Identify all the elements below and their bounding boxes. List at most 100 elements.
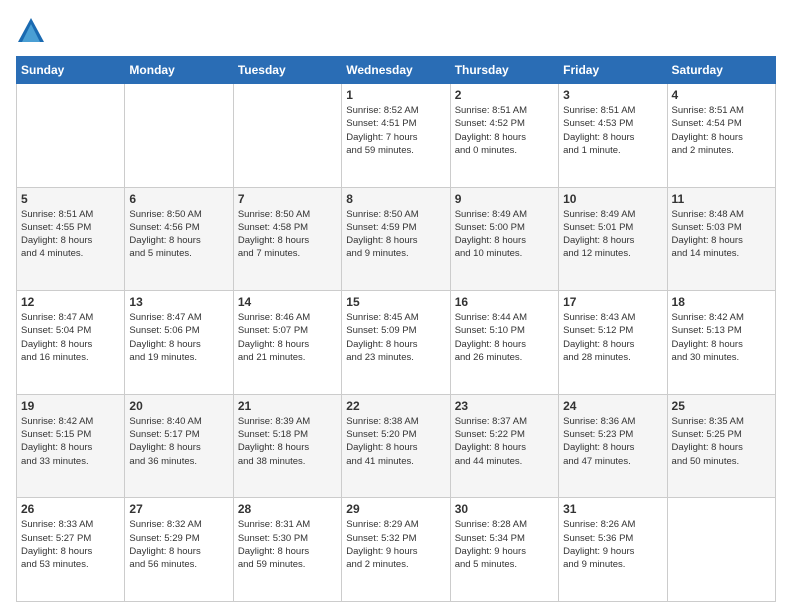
calendar-weekday-tuesday: Tuesday: [233, 57, 341, 84]
calendar-cell: 17 Sunrise: 8:43 AM Sunset: 5:12 PM Dayli…: [559, 291, 667, 395]
calendar-cell: 26 Sunrise: 8:33 AM Sunset: 5:27 PM Dayli…: [17, 498, 125, 602]
calendar-cell: 22 Sunrise: 8:38 AM Sunset: 5:20 PM Dayli…: [342, 394, 450, 498]
calendar-cell: 4 Sunrise: 8:51 AM Sunset: 4:54 PM Daylig…: [667, 84, 775, 188]
logo: [16, 16, 50, 46]
header: [16, 16, 776, 46]
calendar-weekday-monday: Monday: [125, 57, 233, 84]
day-info: Sunrise: 8:50 AM Sunset: 4:59 PM Dayligh…: [346, 208, 445, 261]
day-info: Sunrise: 8:36 AM Sunset: 5:23 PM Dayligh…: [563, 415, 662, 468]
calendar-cell: 9 Sunrise: 8:49 AM Sunset: 5:00 PM Daylig…: [450, 187, 558, 291]
day-number: 29: [346, 502, 445, 516]
day-number: 10: [563, 192, 662, 206]
calendar-cell: 5 Sunrise: 8:51 AM Sunset: 4:55 PM Daylig…: [17, 187, 125, 291]
day-number: 24: [563, 399, 662, 413]
calendar-cell: 10 Sunrise: 8:49 AM Sunset: 5:01 PM Dayli…: [559, 187, 667, 291]
day-number: 8: [346, 192, 445, 206]
day-number: 23: [455, 399, 554, 413]
day-info: Sunrise: 8:29 AM Sunset: 5:32 PM Dayligh…: [346, 518, 445, 571]
logo-icon: [16, 16, 46, 46]
calendar-cell: [233, 84, 341, 188]
day-info: Sunrise: 8:42 AM Sunset: 5:13 PM Dayligh…: [672, 311, 771, 364]
day-info: Sunrise: 8:33 AM Sunset: 5:27 PM Dayligh…: [21, 518, 120, 571]
day-info: Sunrise: 8:47 AM Sunset: 5:04 PM Dayligh…: [21, 311, 120, 364]
day-info: Sunrise: 8:48 AM Sunset: 5:03 PM Dayligh…: [672, 208, 771, 261]
calendar: SundayMondayTuesdayWednesdayThursdayFrid…: [16, 56, 776, 602]
calendar-cell: 18 Sunrise: 8:42 AM Sunset: 5:13 PM Dayli…: [667, 291, 775, 395]
day-number: 13: [129, 295, 228, 309]
day-info: Sunrise: 8:38 AM Sunset: 5:20 PM Dayligh…: [346, 415, 445, 468]
day-info: Sunrise: 8:35 AM Sunset: 5:25 PM Dayligh…: [672, 415, 771, 468]
calendar-cell: 25Sunrise: 8:35 AM Sunset: 5:25 PM Dayli…: [667, 394, 775, 498]
day-info: Sunrise: 8:49 AM Sunset: 5:01 PM Dayligh…: [563, 208, 662, 261]
day-number: 20: [129, 399, 228, 413]
day-info: Sunrise: 8:42 AM Sunset: 5:15 PM Dayligh…: [21, 415, 120, 468]
calendar-weekday-wednesday: Wednesday: [342, 57, 450, 84]
calendar-weekday-sunday: Sunday: [17, 57, 125, 84]
day-info: Sunrise: 8:51 AM Sunset: 4:55 PM Dayligh…: [21, 208, 120, 261]
day-info: Sunrise: 8:37 AM Sunset: 5:22 PM Dayligh…: [455, 415, 554, 468]
calendar-week-row: 19Sunrise: 8:42 AM Sunset: 5:15 PM Dayli…: [17, 394, 776, 498]
day-number: 16: [455, 295, 554, 309]
calendar-week-row: 26 Sunrise: 8:33 AM Sunset: 5:27 PM Dayli…: [17, 498, 776, 602]
day-number: 30: [455, 502, 554, 516]
day-number: 7: [238, 192, 337, 206]
calendar-weekday-saturday: Saturday: [667, 57, 775, 84]
calendar-cell: 13Sunrise: 8:47 AM Sunset: 5:06 PM Dayli…: [125, 291, 233, 395]
day-info: Sunrise: 8:50 AM Sunset: 4:56 PM Dayligh…: [129, 208, 228, 261]
day-number: 15: [346, 295, 445, 309]
calendar-cell: [17, 84, 125, 188]
day-info: Sunrise: 8:50 AM Sunset: 4:58 PM Dayligh…: [238, 208, 337, 261]
day-info: Sunrise: 8:32 AM Sunset: 5:29 PM Dayligh…: [129, 518, 228, 571]
calendar-week-row: 5 Sunrise: 8:51 AM Sunset: 4:55 PM Daylig…: [17, 187, 776, 291]
day-info: Sunrise: 8:51 AM Sunset: 4:54 PM Dayligh…: [672, 104, 771, 157]
calendar-cell: [125, 84, 233, 188]
calendar-weekday-thursday: Thursday: [450, 57, 558, 84]
calendar-cell: 11 Sunrise: 8:48 AM Sunset: 5:03 PM Dayli…: [667, 187, 775, 291]
day-number: 22: [346, 399, 445, 413]
calendar-cell: 19Sunrise: 8:42 AM Sunset: 5:15 PM Dayli…: [17, 394, 125, 498]
calendar-cell: 7 Sunrise: 8:50 AM Sunset: 4:58 PM Daylig…: [233, 187, 341, 291]
day-info: Sunrise: 8:31 AM Sunset: 5:30 PM Dayligh…: [238, 518, 337, 571]
day-number: 14: [238, 295, 337, 309]
calendar-cell: 23 Sunrise: 8:37 AM Sunset: 5:22 PM Dayli…: [450, 394, 558, 498]
day-info: Sunrise: 8:26 AM Sunset: 5:36 PM Dayligh…: [563, 518, 662, 571]
day-number: 12: [21, 295, 120, 309]
day-info: Sunrise: 8:39 AM Sunset: 5:18 PM Dayligh…: [238, 415, 337, 468]
calendar-cell: 21 Sunrise: 8:39 AM Sunset: 5:18 PM Dayli…: [233, 394, 341, 498]
day-number: 1: [346, 88, 445, 102]
day-info: Sunrise: 8:51 AM Sunset: 4:53 PM Dayligh…: [563, 104, 662, 157]
calendar-cell: 1 Sunrise: 8:52 AM Sunset: 4:51 PM Daylig…: [342, 84, 450, 188]
calendar-cell: 29 Sunrise: 8:29 AM Sunset: 5:32 PM Dayli…: [342, 498, 450, 602]
day-number: 18: [672, 295, 771, 309]
day-number: 2: [455, 88, 554, 102]
calendar-cell: 31 Sunrise: 8:26 AM Sunset: 5:36 PM Dayli…: [559, 498, 667, 602]
calendar-cell: 6Sunrise: 8:50 AM Sunset: 4:56 PM Daylig…: [125, 187, 233, 291]
day-info: Sunrise: 8:43 AM Sunset: 5:12 PM Dayligh…: [563, 311, 662, 364]
calendar-week-row: 1 Sunrise: 8:52 AM Sunset: 4:51 PM Daylig…: [17, 84, 776, 188]
day-info: Sunrise: 8:45 AM Sunset: 5:09 PM Dayligh…: [346, 311, 445, 364]
day-number: 26: [21, 502, 120, 516]
calendar-cell: 27Sunrise: 8:32 AM Sunset: 5:29 PM Dayli…: [125, 498, 233, 602]
day-number: 5: [21, 192, 120, 206]
calendar-cell: 16 Sunrise: 8:44 AM Sunset: 5:10 PM Dayli…: [450, 291, 558, 395]
day-number: 21: [238, 399, 337, 413]
calendar-cell: 2 Sunrise: 8:51 AM Sunset: 4:52 PM Daylig…: [450, 84, 558, 188]
calendar-cell: 24 Sunrise: 8:36 AM Sunset: 5:23 PM Dayli…: [559, 394, 667, 498]
day-number: 17: [563, 295, 662, 309]
calendar-cell: 30Sunrise: 8:28 AM Sunset: 5:34 PM Dayli…: [450, 498, 558, 602]
day-number: 11: [672, 192, 771, 206]
calendar-cell: [667, 498, 775, 602]
day-info: Sunrise: 8:52 AM Sunset: 4:51 PM Dayligh…: [346, 104, 445, 157]
calendar-week-row: 12 Sunrise: 8:47 AM Sunset: 5:04 PM Dayli…: [17, 291, 776, 395]
day-number: 31: [563, 502, 662, 516]
calendar-cell: 3Sunrise: 8:51 AM Sunset: 4:53 PM Daylig…: [559, 84, 667, 188]
page: SundayMondayTuesdayWednesdayThursdayFrid…: [0, 0, 792, 612]
day-info: Sunrise: 8:49 AM Sunset: 5:00 PM Dayligh…: [455, 208, 554, 261]
day-number: 28: [238, 502, 337, 516]
day-info: Sunrise: 8:46 AM Sunset: 5:07 PM Dayligh…: [238, 311, 337, 364]
calendar-cell: 14 Sunrise: 8:46 AM Sunset: 5:07 PM Dayli…: [233, 291, 341, 395]
day-info: Sunrise: 8:44 AM Sunset: 5:10 PM Dayligh…: [455, 311, 554, 364]
day-number: 4: [672, 88, 771, 102]
day-info: Sunrise: 8:51 AM Sunset: 4:52 PM Dayligh…: [455, 104, 554, 157]
day-number: 9: [455, 192, 554, 206]
